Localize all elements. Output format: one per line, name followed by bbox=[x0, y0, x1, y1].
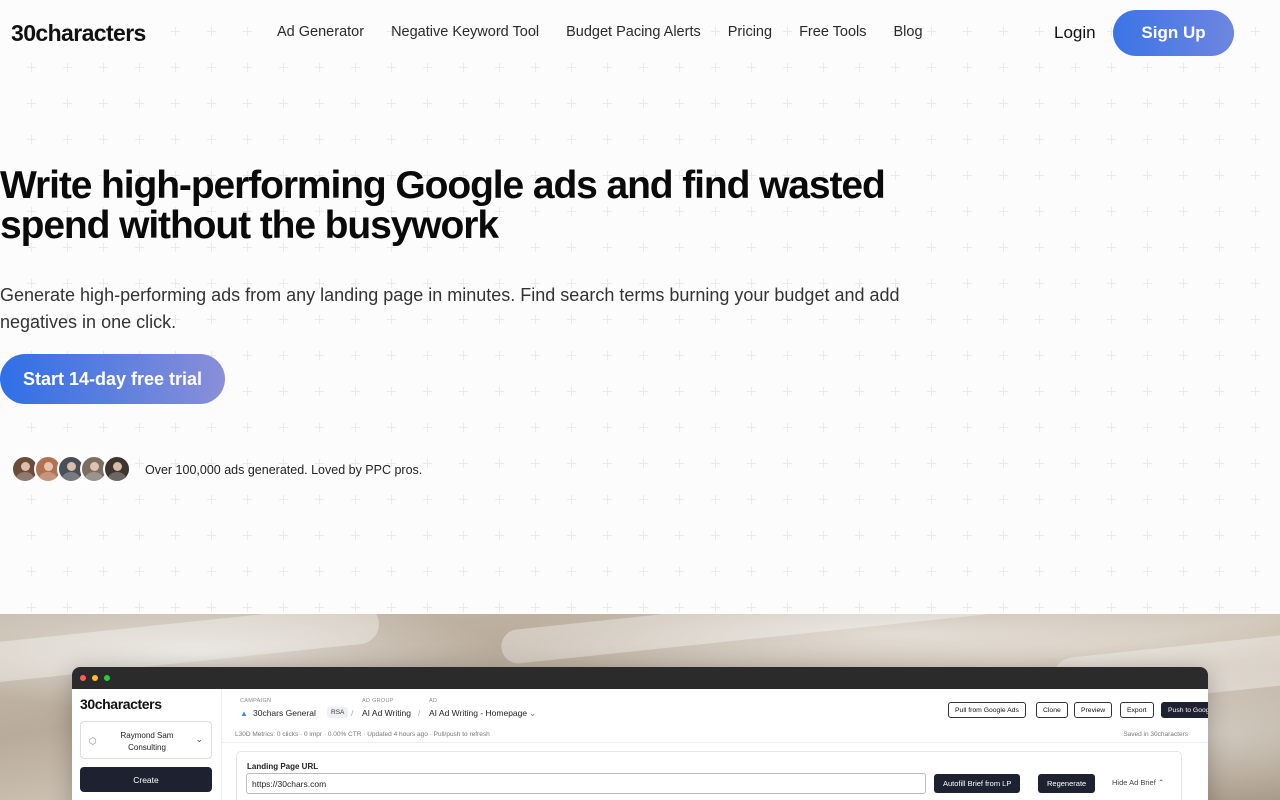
nav-negative-keyword-tool[interactable]: Negative Keyword Tool bbox=[391, 24, 539, 40]
hide-ad-brief-toggle[interactable]: Hide Ad Brief ⌃ bbox=[1112, 778, 1164, 787]
autofill-brief-button[interactable]: Autofill Brief from LP bbox=[934, 774, 1021, 793]
close-window-icon[interactable] bbox=[80, 675, 86, 681]
push-to-google-ads-button[interactable]: Push to Google Ads bbox=[1161, 702, 1208, 718]
preview-button[interactable]: Preview bbox=[1074, 702, 1113, 718]
hero-subtitle: Generate high-performing ads from any la… bbox=[0, 285, 900, 332]
nav-free-tools[interactable]: Free Tools bbox=[799, 24, 866, 40]
maximize-window-icon[interactable] bbox=[104, 675, 110, 681]
create-button[interactable]: Create bbox=[80, 767, 212, 792]
ad-label: AD bbox=[429, 698, 438, 704]
adgroup-name[interactable]: AI Ad Writing bbox=[362, 708, 411, 718]
nav-budget-pacing-alerts[interactable]: Budget Pacing Alerts bbox=[566, 24, 701, 40]
site-logo[interactable]: 30characters bbox=[11, 20, 146, 47]
org-name: Raymond Sam Consulting bbox=[120, 731, 174, 752]
hide-ad-brief-label: Hide Ad Brief bbox=[1112, 778, 1156, 787]
regenerate-button[interactable]: Regenerate bbox=[1038, 774, 1096, 793]
site-header: 30characters Ad Generator Negative Keywo… bbox=[0, 0, 1280, 66]
paint-stroke bbox=[499, 614, 1021, 666]
chevron-up-icon: ⌃ bbox=[1157, 778, 1165, 787]
saved-status: Saved in 30characters bbox=[1123, 731, 1188, 738]
campaign-name[interactable]: 30chars General bbox=[253, 708, 316, 718]
hero-title: Write high-performing Google ads and fin… bbox=[0, 164, 886, 247]
org-selector[interactable]: ⬡ Raymond Sam Consulting ⌄ bbox=[80, 721, 212, 759]
cube-icon: ⬡ bbox=[89, 736, 97, 746]
clone-button[interactable]: Clone bbox=[1036, 702, 1068, 718]
main-nav: Ad Generator Negative Keyword Tool Budge… bbox=[277, 24, 950, 40]
app-main: CAMPAIGN ▲ 30chars General RSA / AD GROU… bbox=[222, 689, 1208, 800]
ad-name[interactable]: AI Ad Writing - Homepage bbox=[429, 708, 527, 718]
window-titlebar bbox=[72, 667, 1208, 689]
google-ads-icon: ▲ bbox=[240, 709, 248, 718]
product-showcase: 30characters ⬡ Raymond Sam Consulting ⌄ … bbox=[0, 614, 1280, 800]
landing-page-label: Landing Page URL bbox=[247, 762, 319, 771]
divider bbox=[222, 742, 1208, 743]
metrics-summary: L30D Metrics: 0 clicks · 0 impr · 0.00% … bbox=[235, 731, 490, 738]
nav-ad-generator[interactable]: Ad Generator bbox=[277, 24, 364, 40]
app-logo: 30characters bbox=[80, 696, 162, 712]
login-link[interactable]: Login bbox=[1054, 23, 1096, 43]
adgroup-label: AD GROUP bbox=[362, 698, 394, 704]
start-trial-button[interactable]: Start 14-day free trial bbox=[0, 354, 225, 404]
avatar bbox=[103, 455, 131, 483]
signup-button[interactable]: Sign Up bbox=[1113, 10, 1234, 56]
social-proof-text: Over 100,000 ads generated. Loved by PPC… bbox=[145, 463, 423, 477]
chevron-down-icon[interactable]: ⌄ bbox=[529, 708, 536, 719]
ad-brief-card: Landing Page URL Autofill Brief from LP … bbox=[236, 751, 1182, 800]
export-button[interactable]: Export bbox=[1120, 702, 1154, 718]
rsa-badge: RSA bbox=[327, 707, 349, 718]
app-sidebar: 30characters ⬡ Raymond Sam Consulting ⌄ … bbox=[72, 689, 222, 800]
breadcrumb-separator: / bbox=[418, 708, 421, 718]
nav-pricing[interactable]: Pricing bbox=[728, 24, 772, 40]
pull-from-google-ads-button[interactable]: Pull from Google Ads bbox=[948, 702, 1026, 718]
avatar-group bbox=[11, 455, 131, 483]
chevron-down-icon: ⌄ bbox=[195, 734, 203, 744]
minimize-window-icon[interactable] bbox=[92, 675, 98, 681]
landing-page-url-input[interactable] bbox=[246, 773, 926, 794]
campaign-label: CAMPAIGN bbox=[240, 698, 272, 704]
nav-blog[interactable]: Blog bbox=[894, 24, 923, 40]
app-window: 30characters ⬡ Raymond Sam Consulting ⌄ … bbox=[72, 667, 1208, 800]
breadcrumb-separator: / bbox=[351, 708, 354, 718]
